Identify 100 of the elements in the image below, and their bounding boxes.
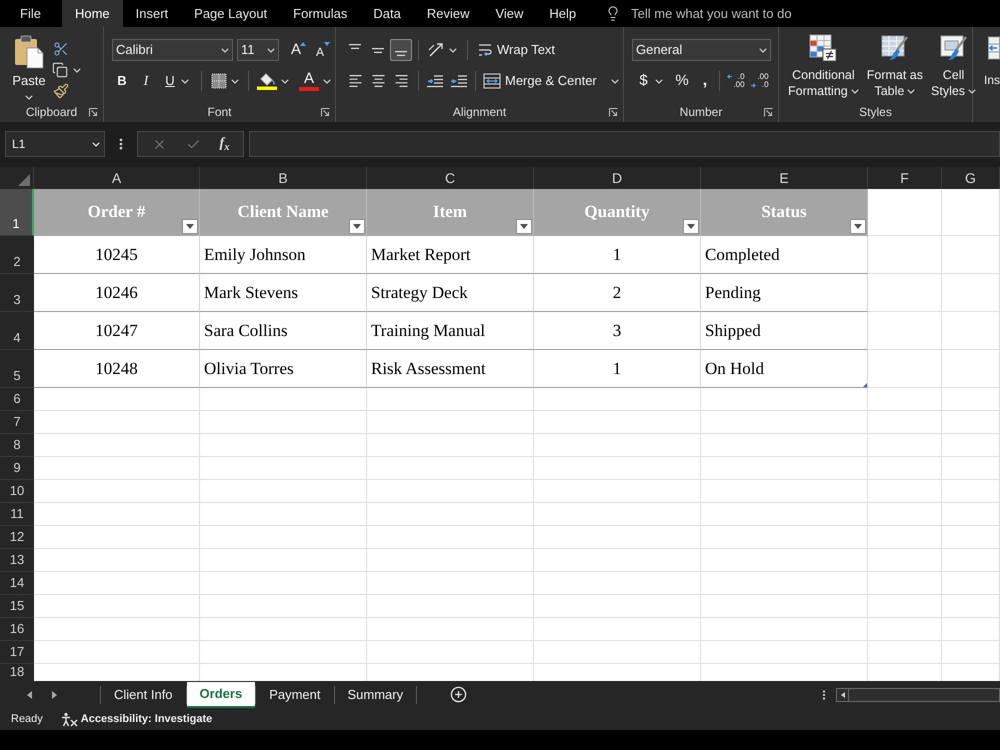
row-header[interactable]: 1 (0, 189, 34, 236)
table-cell: Mark Stevens (200, 274, 367, 312)
styles-button[interactable]: Conditional Formatting (787, 34, 860, 104)
caret-icon (231, 78, 239, 84)
insert-cells-button[interactable]: Ins (984, 36, 1000, 88)
triangle-down-icon (520, 224, 528, 229)
dialog-launcher-icon[interactable] (89, 108, 98, 117)
header-label: Order # (88, 202, 146, 222)
decrease-decimal-button[interactable]: .00 .0 (750, 70, 770, 92)
bold-button[interactable]: B (111, 70, 133, 92)
cell-reference: L1 (12, 136, 26, 153)
align-right-icon (394, 75, 408, 87)
accessibility-icon[interactable] (60, 712, 78, 726)
row-header[interactable]: 15 (0, 595, 34, 618)
filter-button[interactable] (850, 219, 866, 234)
table-cell: Shipped (701, 312, 868, 350)
row-header[interactable]: 10 (0, 480, 34, 503)
tell-me-field[interactable]: Tell me what you want to do (631, 4, 852, 24)
scroll-right-icon[interactable] (52, 690, 57, 698)
currency-button[interactable]: $ (636, 70, 666, 92)
row-header[interactable]: 17 (0, 641, 34, 664)
indent-decrease-icon (426, 73, 444, 89)
paste-button[interactable]: Paste (8, 33, 50, 100)
triangle-down-icon (186, 224, 194, 229)
caret-icon (25, 95, 33, 100)
name-box[interactable]: L1 (5, 131, 105, 157)
table-cell: Risk Assessment (367, 350, 534, 388)
row-header[interactable]: 8 (0, 434, 34, 457)
scroll-left-icon[interactable] (27, 690, 32, 698)
table-cell: 10248 (34, 350, 200, 388)
font-size-dropdown[interactable]: 11 (237, 39, 279, 61)
scroll-left-arrow-icon[interactable] (840, 692, 844, 698)
underline-button[interactable]: U (159, 70, 195, 92)
caret-icon (449, 48, 457, 52)
row-header[interactable]: 18 (0, 664, 34, 681)
font-name-dropdown[interactable]: Calibri (112, 39, 233, 61)
caret-icon (654, 78, 663, 84)
dialog-launcher-icon[interactable] (321, 108, 330, 117)
row-header[interactable]: 4 (0, 312, 34, 350)
row-header[interactable]: 3 (0, 274, 34, 312)
copy-button[interactable] (52, 62, 81, 78)
row-header[interactable]: 5 (0, 350, 34, 388)
sheet-tab[interactable]: Summary (334, 682, 416, 708)
italic-button[interactable]: I (135, 70, 157, 92)
wrap-text-button[interactable]: Wrap Text (476, 39, 556, 61)
insert-function-button[interactable]: f$_{x}$ (220, 136, 230, 152)
group-label: Number (680, 105, 722, 119)
row-header[interactable]: 9 (0, 457, 34, 480)
group-label: Clipboard (26, 105, 78, 119)
vertical-align-button[interactable] (390, 39, 412, 61)
triangle-up-icon (300, 42, 306, 46)
sheet-tab[interactable]: Orders (186, 682, 256, 708)
filter-button[interactable] (516, 219, 532, 234)
dialog-launcher-icon[interactable] (609, 108, 618, 117)
caret-icon (92, 142, 100, 146)
merge-cells-icon (483, 73, 501, 89)
percent-button[interactable]: % (672, 70, 692, 92)
filter-button[interactable] (349, 219, 365, 234)
row-header[interactable]: 16 (0, 618, 34, 641)
row-header[interactable]: 2 (0, 236, 34, 274)
triangle-down-icon (353, 224, 361, 229)
sheet-tab[interactable]: Client Info (101, 682, 186, 708)
increase-decimal-button[interactable]: .0 .00 (726, 70, 746, 92)
table-cell: Market Report (367, 236, 534, 274)
grow-font-button[interactable]: A (285, 39, 307, 61)
number-format-value: General (636, 41, 682, 60)
row-header[interactable]: 14 (0, 572, 34, 595)
group-label: Alignment (452, 105, 506, 119)
add-icon[interactable] (450, 686, 468, 703)
row-header[interactable]: 6 (0, 388, 34, 411)
shrink-font-button[interactable]: A (309, 39, 331, 61)
filter-button[interactable] (182, 219, 198, 234)
formula-input[interactable] (249, 131, 1000, 157)
comma-style-button[interactable]: , (697, 70, 713, 92)
merge-center-button[interactable]: Merge & Center (482, 70, 620, 92)
filter-button[interactable] (683, 219, 699, 234)
number-format-dropdown[interactable]: General (632, 39, 771, 61)
styles-button[interactable]: Cell Styles (930, 34, 978, 104)
cut-button[interactable] (52, 41, 70, 57)
arrow-right-icon (751, 83, 756, 88)
table-cell: Completed (701, 236, 868, 274)
dialog-launcher-icon[interactable] (764, 108, 773, 117)
accessibility-status[interactable]: Accessibility: Investigate (80, 710, 212, 728)
row-header[interactable]: 13 (0, 549, 34, 572)
font-color-button[interactable]: A (297, 70, 333, 92)
row-header[interactable]: 11 (0, 503, 34, 526)
copy-icon (52, 62, 68, 78)
dotted-grid-icon (211, 73, 227, 89)
row-header[interactable]: 12 (0, 526, 34, 549)
table-cell: 10245 (34, 236, 200, 274)
sheet-tab[interactable]: Payment (256, 682, 334, 708)
horizontal-scrollbar[interactable] (836, 688, 1000, 702)
triangle-down-icon (854, 224, 862, 229)
select-all-icon[interactable] (18, 174, 30, 186)
styles-button[interactable]: Format as Table (866, 34, 924, 104)
format-painter-button[interactable] (52, 83, 70, 99)
font-size-value: 11 (241, 41, 254, 60)
color-bar-icon (299, 86, 319, 90)
row-header[interactable]: 7 (0, 411, 34, 434)
menu-tab[interactable]: Home (62, 0, 123, 27)
